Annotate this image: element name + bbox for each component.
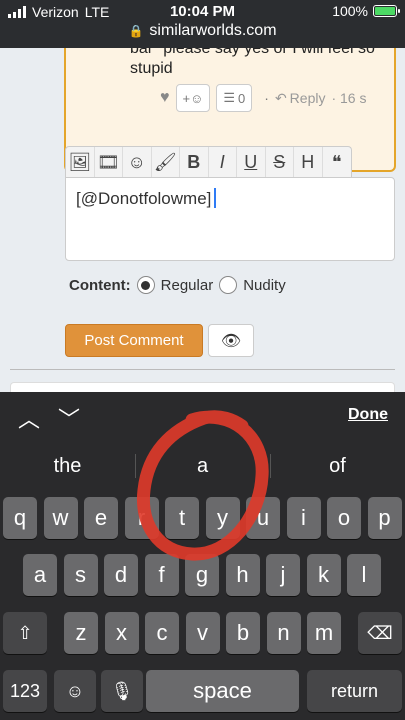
key-i[interactable]: i xyxy=(286,497,321,539)
comment-text-line1: bar" please say yes or I will feel so xyxy=(130,48,375,57)
status-bar: Verizon LTE 10:04 PM 100% 🔒 similarworld… xyxy=(0,0,405,48)
reply-label: Reply xyxy=(289,90,326,106)
reaction-label: +☺ xyxy=(182,90,204,106)
key-l[interactable]: l xyxy=(347,554,381,596)
divider xyxy=(10,369,395,370)
suggestion-2[interactable]: a xyxy=(135,440,270,490)
comment-text-line2: stupid xyxy=(130,60,173,77)
suggestion-1[interactable]: the xyxy=(0,440,135,490)
done-button[interactable]: Done xyxy=(348,406,388,424)
key-v[interactable]: v xyxy=(185,612,220,654)
backspace-key[interactable]: ⌫ xyxy=(358,612,402,654)
underline-icon[interactable]: U xyxy=(237,147,266,177)
heart-icon[interactable]: ♥ xyxy=(160,89,170,107)
key-h[interactable]: h xyxy=(225,554,260,596)
eye-icon: 👁 xyxy=(220,332,242,350)
key-e[interactable]: e xyxy=(84,497,118,539)
comment-age: · 16 s xyxy=(331,90,367,106)
key-m[interactable]: m xyxy=(307,612,341,654)
content-label: Content: xyxy=(69,276,131,294)
reaction-button[interactable]: +☺ xyxy=(175,84,211,112)
quote-icon[interactable]: ❝ xyxy=(323,147,352,177)
italic-icon[interactable]: I xyxy=(209,147,237,177)
key-k[interactable]: k xyxy=(306,554,341,596)
key-z[interactable]: z xyxy=(64,612,98,654)
key-w[interactable]: w xyxy=(43,497,78,539)
key-s[interactable]: s xyxy=(63,554,98,596)
key-p[interactable]: p xyxy=(367,497,402,539)
emoji-key[interactable]: ☺ xyxy=(54,670,96,712)
return-key[interactable]: return xyxy=(307,670,402,712)
key-j[interactable]: j xyxy=(266,554,300,596)
text-caret xyxy=(214,188,217,208)
radio-nudity[interactable] xyxy=(219,276,238,294)
key-x[interactable]: x xyxy=(104,612,139,654)
key-o[interactable]: o xyxy=(327,497,361,539)
editor-toolbar: 🖼 🎞 ☺ 🖌 B I U S H ❝ xyxy=(65,146,352,177)
key-r[interactable]: r xyxy=(124,497,159,539)
key-b[interactable]: b xyxy=(226,612,260,654)
radio-regular-label: Regular xyxy=(160,276,214,294)
separator: · xyxy=(264,90,269,106)
suggestion-3[interactable]: of xyxy=(270,440,405,490)
key-a[interactable]: a xyxy=(23,554,57,596)
battery-icon xyxy=(373,5,400,17)
key-u[interactable]: u xyxy=(246,497,280,539)
key-y[interactable]: y xyxy=(205,497,240,539)
editor-value: [@Donotfolowme] xyxy=(76,189,212,208)
key-q[interactable]: q xyxy=(3,497,37,539)
battery-info: 100% xyxy=(332,3,400,19)
next-comment-card xyxy=(10,382,395,392)
list-icon: ☰ xyxy=(223,90,236,105)
reply-button[interactable]: ↶ Reply xyxy=(275,90,326,107)
comment-editor[interactable]: [@Donotfolowme] xyxy=(65,177,395,261)
video-icon[interactable]: 🎞 xyxy=(95,147,123,177)
numbers-key[interactable]: 123 xyxy=(3,670,47,712)
microphone-key[interactable]: 🎙 xyxy=(101,670,143,712)
bold-icon[interactable]: B xyxy=(180,147,209,177)
key-t[interactable]: t xyxy=(165,497,199,539)
brush-icon[interactable]: 🖌 xyxy=(152,147,180,177)
comment-actions: ♥ +☺ ☰ 0 · ↶ Reply · 16 s xyxy=(160,84,366,112)
smiley-icon[interactable]: ☺ xyxy=(123,147,152,177)
heading-icon[interactable]: H xyxy=(294,147,323,177)
strikethrough-icon[interactable]: S xyxy=(266,147,294,177)
reply-icon: ↶ xyxy=(274,89,287,106)
keyboard: the a of q w e r t y u i o p a s d f g h j k l z x c v b n m ⇧ ⌫ 123… xyxy=(0,440,405,720)
radio-regular[interactable] xyxy=(136,276,155,294)
shift-key[interactable]: ⇧ xyxy=(3,612,47,654)
lock-icon: 🔒 xyxy=(128,24,144,38)
page-content: bar" please say yes or I will feel so st… xyxy=(0,48,405,392)
key-n[interactable]: n xyxy=(266,612,301,654)
suggestion-bar: the a of xyxy=(0,440,405,490)
space-key[interactable]: space xyxy=(146,670,299,712)
keyboard-accessory-bar: ︿ ﹀ Done xyxy=(0,392,405,440)
key-f[interactable]: f xyxy=(144,554,179,596)
list-count: 0 xyxy=(238,90,246,106)
chevron-up-icon[interactable]: ︿ xyxy=(18,402,40,434)
content-filter: Content: Regular Nudity xyxy=(69,276,286,294)
key-d[interactable]: d xyxy=(104,554,138,596)
chevron-down-icon[interactable]: ﹀ xyxy=(58,402,80,434)
url-bar[interactable]: 🔒 similarworlds.com xyxy=(0,22,405,40)
image-icon[interactable]: 🖼 xyxy=(66,147,95,177)
key-g[interactable]: g xyxy=(185,554,219,596)
key-c[interactable]: c xyxy=(145,612,179,654)
list-button[interactable]: ☰ 0 xyxy=(216,84,253,112)
preview-button[interactable]: 👁 xyxy=(208,324,254,357)
post-comment-button[interactable]: Post Comment xyxy=(65,324,203,357)
url-text: similarworlds.com xyxy=(149,22,277,39)
radio-nudity-label: Nudity xyxy=(243,276,286,294)
battery-percent: 100% xyxy=(332,3,368,19)
